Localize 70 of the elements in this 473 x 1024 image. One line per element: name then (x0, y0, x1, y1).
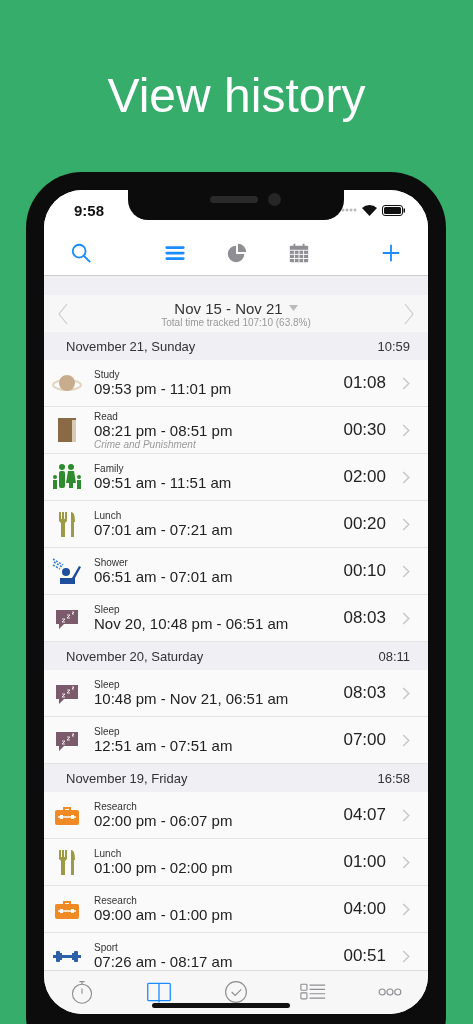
entry-category: Research (94, 895, 138, 906)
chevron-right-icon (402, 686, 410, 700)
chevron-right-icon (402, 564, 410, 578)
chevron-right-icon (402, 902, 410, 916)
total-time-summary: Total time tracked 107:10 (63.8%) (161, 316, 311, 328)
entry-duration: 08:03 (343, 608, 386, 628)
search-icon[interactable] (70, 241, 92, 264)
entry-note: Crime and Punishment (94, 438, 197, 450)
entry-category: Research (94, 801, 138, 812)
entry-duration: 00:20 (343, 514, 386, 534)
chevron-right-icon (402, 733, 410, 747)
section-date: November 21, Sunday (66, 338, 196, 354)
entry-time-range: 09:53 pm - 11:01 pm (94, 380, 233, 397)
headline: View history (107, 68, 366, 124)
entry-category: Sport (94, 942, 119, 953)
family-icon (52, 462, 82, 492)
entry-duration: 00:10 (343, 561, 386, 581)
entry-time-range: 09:00 am - 01:00 pm (94, 906, 234, 923)
entry-time-range: 07:01 am - 07:21 am (94, 521, 234, 538)
dropdown-triangle-icon[interactable] (288, 305, 298, 311)
chevron-right-icon (402, 949, 410, 963)
section-date: November 20, Saturday (66, 648, 204, 664)
signal-icon (341, 208, 357, 212)
pie-chart-icon[interactable] (226, 241, 248, 264)
entry-duration: 04:00 (343, 899, 386, 919)
calendar-icon[interactable] (288, 241, 310, 264)
entry-category: Lunch (94, 510, 123, 521)
entry-time-range: 08:21 pm - 08:51 pm (94, 421, 234, 439)
dumbbell-icon (52, 949, 82, 963)
entry-time-range: 09:51 am - 11:51 am (94, 474, 233, 491)
section-total: 16:58 (377, 770, 410, 786)
section-total: 08:11 (378, 648, 410, 664)
entry-duration: 08:03 (343, 683, 386, 703)
wifi-icon (362, 204, 377, 216)
status-time: 9:58 (74, 201, 105, 219)
entry-duration: 01:00 (343, 852, 386, 872)
chevron-right-icon (402, 611, 410, 625)
chevron-right-icon (402, 376, 410, 390)
entry-duration: 00:51 (343, 946, 386, 966)
week-range[interactable]: Nov 15 - Nov 21 (174, 299, 283, 317)
entry-time-range: Nov 20, 10:48 pm - 06:51 am (94, 615, 290, 632)
chevron-right-icon (402, 517, 410, 531)
entry-category: Sleep (94, 604, 121, 615)
entry-time-range: 02:00 pm - 06:07 pm (94, 812, 234, 829)
section-total: 10:59 (377, 338, 410, 354)
entry-category: Read (94, 410, 119, 422)
chevron-right-icon (402, 470, 410, 484)
entry-time-range: 06:51 am - 07:01 am (94, 568, 234, 585)
entry-category: Study (94, 369, 121, 380)
entry-category: Sleep (94, 726, 121, 737)
entry-duration: 02:00 (343, 467, 386, 487)
battery-icon (382, 204, 406, 216)
chevron-right-icon (402, 423, 410, 437)
entry-duration: 07:00 (343, 730, 386, 750)
entry-category: Family (94, 463, 125, 474)
entry-category: Sleep (94, 679, 121, 690)
entry-duration: 04:07 (343, 805, 386, 825)
entry-category: Shower (94, 557, 129, 568)
entry-time-range: 01:00 pm - 02:00 pm (94, 859, 234, 876)
entry-time-range: 12:51 am - 07:51 am (94, 737, 234, 754)
entry-time-range: 10:48 pm - Nov 21, 06:51 am (94, 690, 290, 707)
entry-category: Lunch (94, 848, 123, 859)
check-circle-icon[interactable] (223, 979, 249, 1005)
entry-duration: 01:08 (343, 373, 386, 393)
chevron-right-icon (402, 855, 410, 869)
section-date: November 19, Friday (66, 770, 188, 786)
entry-duration: 00:30 (343, 420, 386, 440)
entry-time-range: 07:26 am - 08:17 am (94, 953, 234, 970)
shower-icon (52, 556, 82, 586)
chevron-right-icon (402, 808, 410, 822)
